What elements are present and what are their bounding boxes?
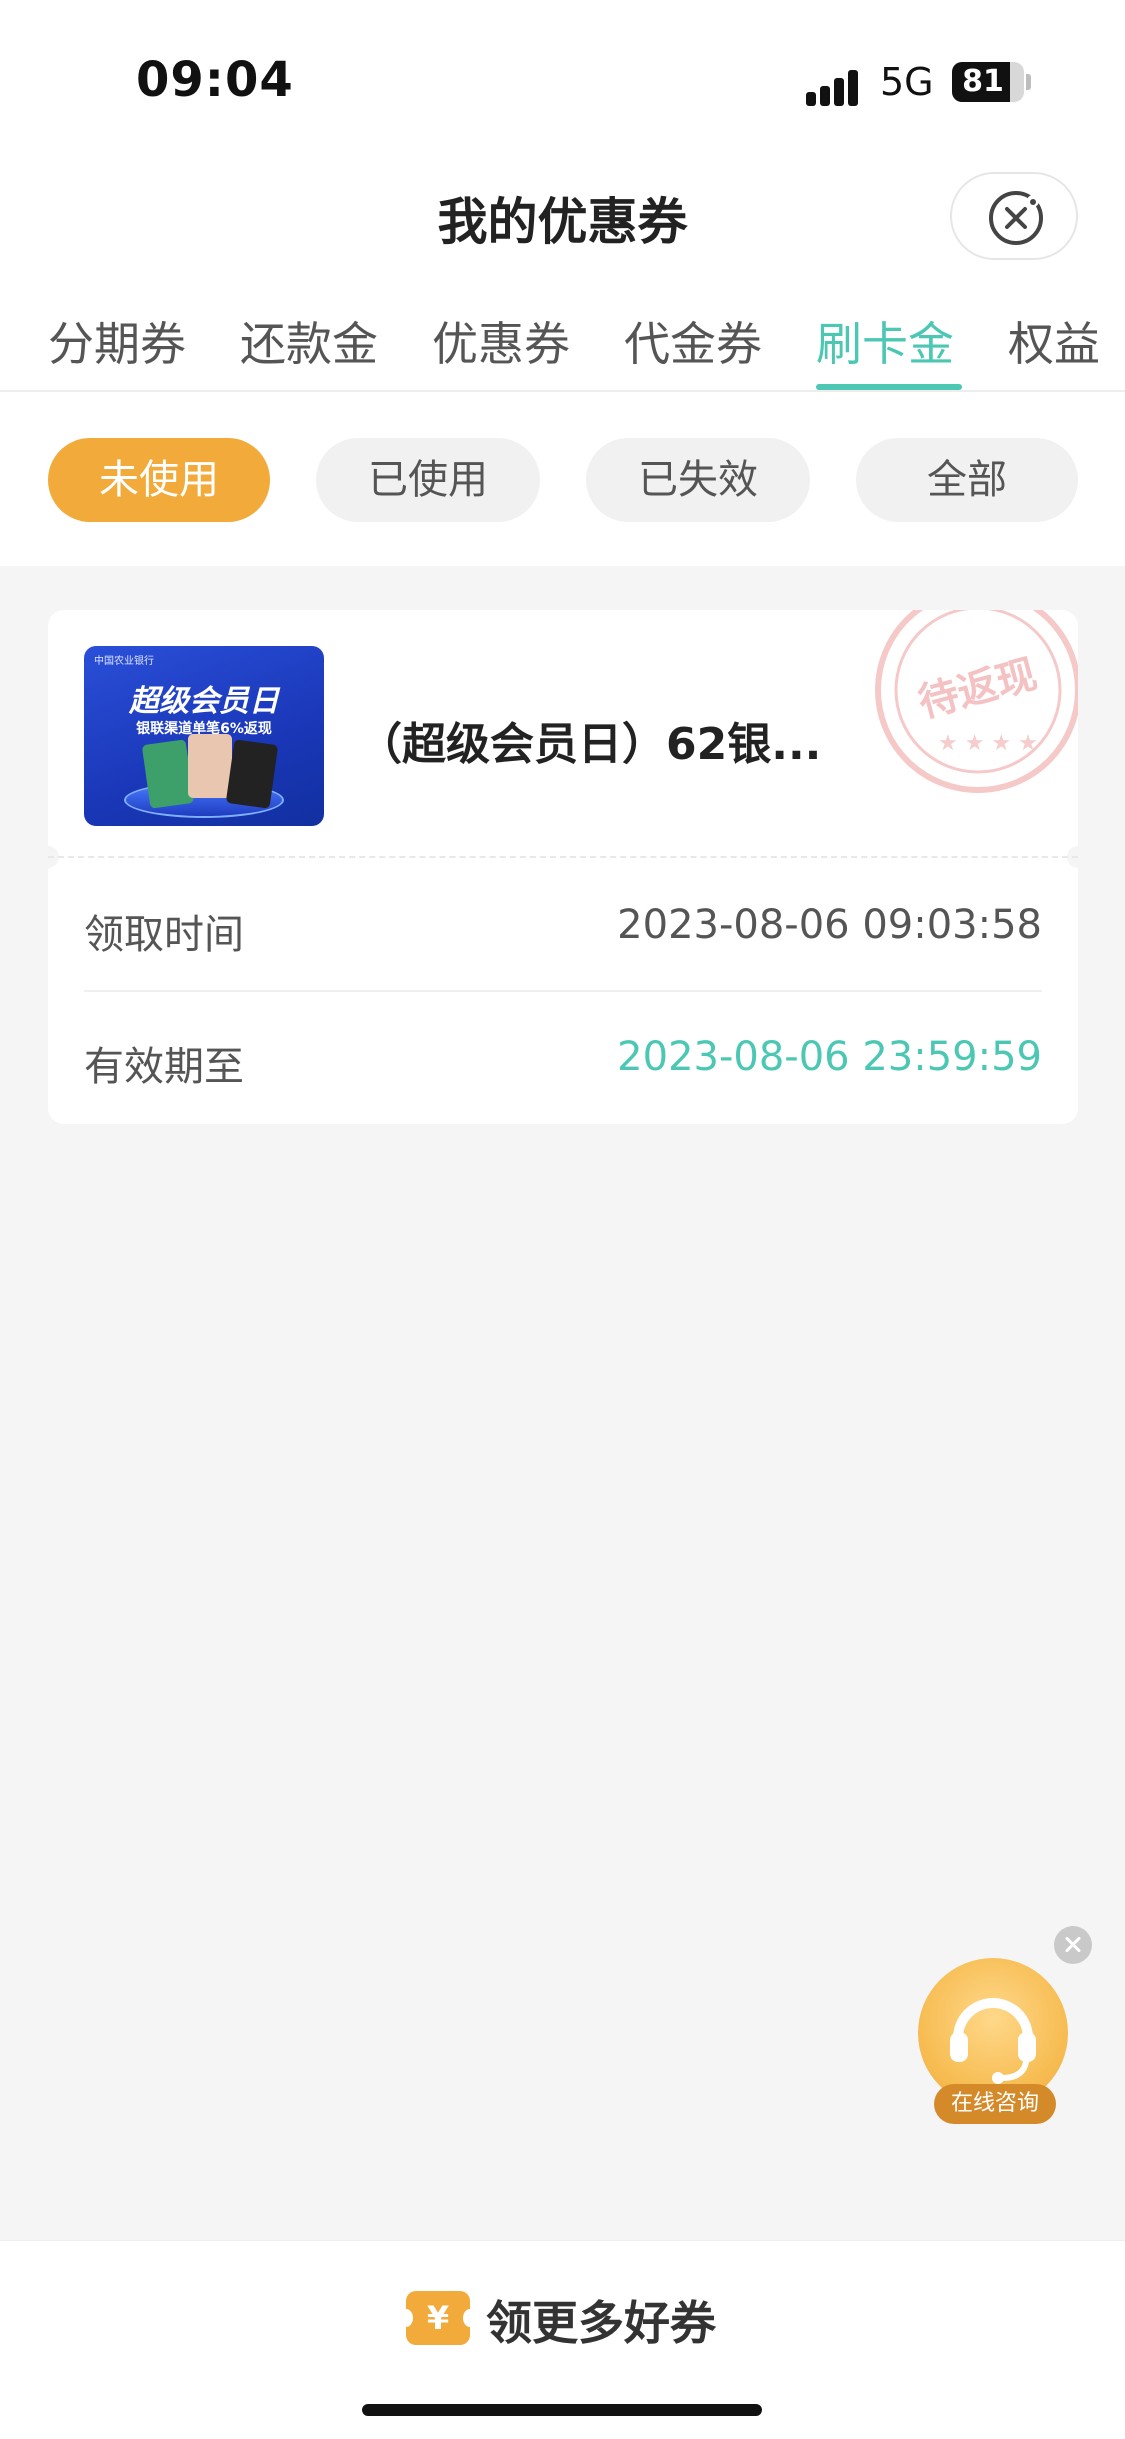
tab-repayment[interactable]: 还款金 [240, 308, 378, 374]
row-divider [84, 990, 1042, 992]
coupon-icon: ¥ [399, 2291, 477, 2345]
online-service-button[interactable]: 在线咨询 [918, 1958, 1068, 2124]
battery-tip [1026, 74, 1031, 90]
svg-text:★ ★ ★ ★: ★ ★ ★ ★ [938, 731, 1038, 756]
expire-label: 有效期至 [84, 1044, 244, 1090]
tab-card-reward[interactable]: 刷卡金 [816, 308, 954, 374]
close-circle-icon [989, 191, 1043, 245]
filter-used[interactable]: 已使用 [316, 438, 540, 522]
battery-level: 81 [962, 64, 1004, 99]
filter-expired[interactable]: 已失效 [586, 438, 810, 522]
coupon-icon-symbol: ¥ [426, 2299, 450, 2337]
status-time: 09:04 [136, 52, 294, 108]
thumbnail-card-green [141, 739, 195, 809]
expire-value: 2023-08-06 23:59:59 [617, 1034, 1042, 1080]
filter-unused[interactable]: 未使用 [48, 438, 270, 522]
more-coupons-label: 领更多好券 [486, 2296, 716, 2350]
tab-installment[interactable]: 分期券 [48, 308, 186, 374]
cashback-pending-stamp: 待返现 ★ ★ ★ ★ [875, 610, 1078, 793]
tab-voucher[interactable]: 代金券 [624, 308, 762, 374]
thumbnail-bank-name: 中国农业银行 [94, 656, 154, 667]
stamp-text: 待返现 [914, 651, 1042, 726]
coupon-thumbnail: 中国农业银行 超级会员日 银联渠道单笔6%返现 [84, 646, 324, 826]
service-label: 在线咨询 [934, 2084, 1056, 2124]
received-time-value: 2023-08-06 09:03:58 [617, 902, 1042, 948]
tab-active-indicator [816, 384, 962, 390]
signal-icon [806, 66, 866, 106]
card-dashed-divider [48, 856, 1078, 858]
thumbnail-title: 超级会员日 [129, 684, 279, 719]
tab-discount[interactable]: 优惠券 [432, 308, 570, 374]
network-label: 5G [880, 60, 934, 104]
tab-benefits[interactable]: 权益 [1008, 308, 1100, 374]
filter-all[interactable]: 全部 [856, 438, 1078, 522]
thumbnail-card-pink [188, 734, 232, 798]
status-bar: 09:04 5G 81 [0, 0, 1125, 150]
thumbnail-card-black [225, 739, 279, 809]
close-button[interactable] [950, 172, 1078, 260]
coupon-title: （超级会员日）62银... [358, 719, 822, 770]
coupon-card[interactable]: 中国农业银行 超级会员日 银联渠道单笔6%返现 （超级会员日）62银... 待返… [48, 610, 1078, 1124]
battery-icon: 81 [952, 62, 1024, 102]
received-time-label: 领取时间 [84, 912, 244, 958]
home-indicator [362, 2404, 762, 2416]
category-tabs: 分期券 还款金 优惠券 代金券 刷卡金 权益 [0, 300, 1125, 392]
